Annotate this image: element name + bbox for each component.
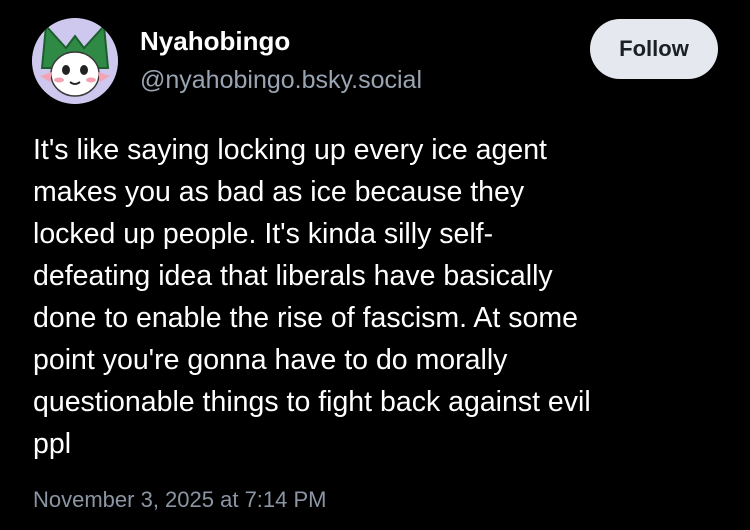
post-text-line: makes you as bad as ice because they (33, 176, 525, 208)
user-handle[interactable]: @nyahobingo.bsky.social (140, 66, 422, 95)
post-text-line: done to enable the rise of fascism. At s… (33, 302, 578, 334)
post-text-line: locked up people. It's kinda silly self- (33, 218, 494, 250)
post-text-line: point you're gonna have to do morally (33, 344, 508, 376)
post-text-line: defeating idea that liberals have basica… (33, 260, 553, 292)
post-timestamp[interactable]: November 3, 2025 at 7:14 PM (33, 487, 327, 513)
post-text-line: ppl (33, 428, 72, 460)
cat-character-avatar-icon (32, 18, 118, 104)
display-name[interactable]: Nyahobingo (140, 26, 290, 57)
post-text-line: questionable things to fight back agains… (33, 386, 591, 418)
follow-button[interactable]: Follow (590, 19, 718, 79)
avatar[interactable] (32, 18, 118, 104)
post-text: It's like saying locking up every ice ag… (33, 129, 723, 465)
post-card: Nyahobingo @nyahobingo.bsky.social Follo… (0, 0, 750, 530)
post-text-line: It's like saying locking up every ice ag… (33, 134, 547, 166)
